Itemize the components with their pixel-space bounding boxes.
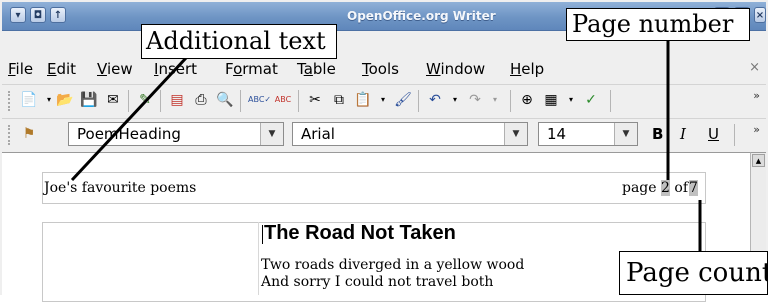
edit-file-icon[interactable]: 📄 (20, 91, 38, 109)
font-size-value: 14 (547, 125, 567, 143)
separator (298, 90, 299, 112)
annotation-page-number: Page number (566, 8, 750, 41)
show-draw-functions-icon[interactable]: ✓ (582, 91, 600, 109)
menu-edit[interactable]: Edit (47, 60, 76, 78)
standard-toolbar: 📄 ▾ 📂 💾 ✉ ✎ ▤ ⎙ 🔍 ABC✓ ABC ✂ ⧉ 📋 ▾ 🖌 ↶ ▾… (2, 84, 766, 117)
underline-button[interactable]: U (708, 125, 719, 143)
header-page-info[interactable]: page 2 of7 (622, 180, 698, 196)
menu-file[interactable]: File (8, 60, 33, 78)
page-prefix: page (622, 180, 657, 196)
window-shade-icon[interactable]: ↑ (50, 7, 66, 23)
cut-icon[interactable]: ✂ (306, 91, 324, 109)
annotation-additional-text: Additional text (141, 24, 337, 59)
poem-line[interactable]: Two roads diverged in a yellow wood (261, 257, 524, 273)
scroll-up-icon[interactable]: ▲ (752, 154, 765, 167)
menu-view[interactable]: View (97, 60, 133, 78)
separator (160, 90, 161, 112)
separator (610, 90, 611, 112)
menu-file-rest: ile (15, 60, 34, 78)
navigator-icon[interactable]: ⊕ (518, 91, 536, 109)
toolbar-grip[interactable] (8, 125, 13, 145)
of-label: of (674, 180, 689, 196)
save-icon[interactable]: 💾 (80, 91, 98, 109)
poem-heading[interactable]: The Road Not Taken (264, 222, 456, 245)
redo-icon[interactable]: ↷ (466, 91, 484, 109)
separator (128, 90, 129, 112)
annotation-page-count: Page count (619, 251, 768, 295)
separator (240, 90, 241, 112)
open-folder-icon[interactable]: 📂 (56, 91, 74, 109)
window-close-icon[interactable]: ◘ (30, 7, 46, 23)
toolbar-overflow-icon[interactable]: » (753, 123, 760, 136)
formatting-toolbar: ⚑ PoemHeading ▼ Arial ▼ 14 ▼ B I U » (2, 118, 766, 151)
spellcheck-icon[interactable]: ABC✓ (248, 91, 271, 109)
font-size-combo[interactable]: 14 ▼ (538, 122, 638, 146)
font-name-value: Arial (301, 125, 335, 143)
autospellcheck-icon[interactable]: ABC (274, 91, 292, 109)
close-icon[interactable]: × (754, 7, 766, 23)
toolbar-overflow-icon[interactable]: » (753, 89, 760, 102)
table-dropdown-icon[interactable]: ▾ (562, 91, 580, 109)
separator (418, 90, 419, 112)
menu-table[interactable]: Table (297, 60, 336, 78)
font-name-combo[interactable]: Arial ▼ (292, 122, 528, 146)
poem-line[interactable]: And sorry I could not travel both (261, 274, 493, 290)
page-count-field[interactable]: 7 (689, 180, 698, 196)
menu-format[interactable]: Format (225, 60, 278, 78)
indent-guide (258, 222, 259, 295)
separator (510, 90, 511, 112)
window-menu-button[interactable]: ▾ (10, 7, 26, 23)
menu-window[interactable]: Window (426, 60, 485, 78)
page-preview-icon[interactable]: 🔍 (216, 91, 234, 109)
close-document-icon[interactable]: × (749, 60, 760, 75)
header-title[interactable]: Joe's favourite poems (44, 180, 196, 196)
chevron-down-icon[interactable]: ▼ (504, 123, 527, 145)
menu-tools[interactable]: Tools (362, 60, 399, 78)
table-icon[interactable]: ▦ (542, 91, 560, 109)
menu-help[interactable]: Help (510, 60, 544, 78)
italic-button[interactable]: I (680, 125, 686, 143)
window-title: OpenOffice.org Writer (347, 9, 496, 23)
copy-icon[interactable]: ⧉ (330, 91, 348, 109)
undo-icon[interactable]: ↶ (426, 91, 444, 109)
clone-format-icon[interactable]: 🖌 (394, 91, 412, 109)
paragraph-style-combo[interactable]: PoemHeading ▼ (68, 122, 284, 146)
paste-dropdown-icon[interactable]: ▾ (374, 91, 392, 109)
email-icon[interactable]: ✉ (104, 91, 122, 109)
chevron-down-icon[interactable]: ▼ (614, 123, 637, 145)
menu-bar: File Edit View Insert Format Table Tools… (2, 58, 766, 82)
edit-mode-icon[interactable]: ✎ (136, 91, 154, 109)
paste-icon[interactable]: 📋 (354, 91, 372, 109)
toolbar-grip[interactable] (8, 91, 13, 111)
text-cursor (262, 225, 263, 244)
page-number-field[interactable]: 2 (661, 180, 670, 196)
chevron-down-icon[interactable]: ▼ (260, 123, 283, 145)
export-pdf-icon[interactable]: ▤ (168, 91, 186, 109)
menu-insert[interactable]: Insert (154, 60, 197, 78)
bold-button[interactable]: B (652, 125, 663, 143)
writer-window: ▾ ◘ ↑ OpenOffice.org Writer × File Edit … (0, 0, 768, 302)
separator (734, 124, 735, 146)
styles-formatting-icon[interactable]: ⚑ (20, 125, 38, 143)
redo-dropdown-icon[interactable]: ▾ (486, 91, 504, 109)
print-icon[interactable]: ⎙ (192, 91, 210, 109)
undo-dropdown-icon[interactable]: ▾ (446, 91, 464, 109)
paragraph-style-value: PoemHeading (77, 125, 181, 143)
